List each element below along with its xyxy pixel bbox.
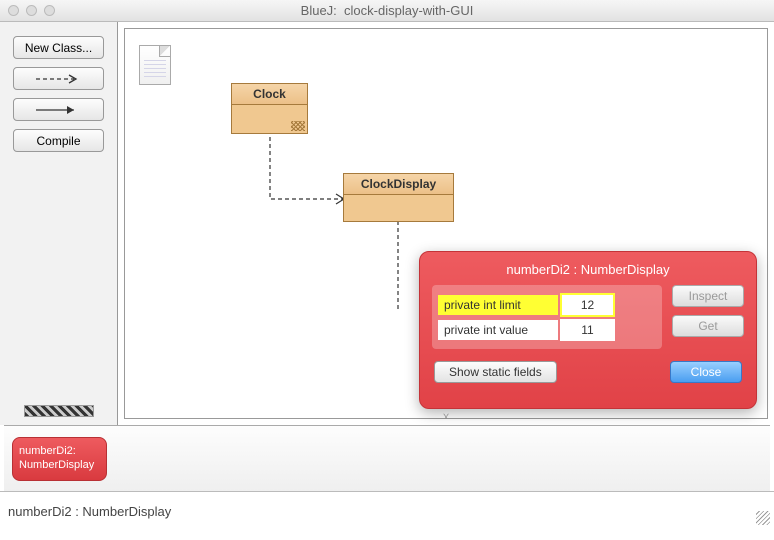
class-diagram[interactable]: Clock ClockDisplay numberDi2 : NumberDis… xyxy=(124,28,768,419)
titlebar: BlueJ: clock-display-with-GUI xyxy=(0,0,774,22)
object-chip-line2: NumberDisplay xyxy=(19,458,100,473)
inspect-button[interactable]: Inspect xyxy=(672,285,744,307)
compile-button[interactable]: Compile xyxy=(13,129,104,152)
show-static-fields-button[interactable]: Show static fields xyxy=(434,361,557,383)
field-row-value[interactable]: private int value 11 xyxy=(438,319,656,341)
window-resize-grip[interactable] xyxy=(756,511,770,525)
traffic-lights xyxy=(8,5,55,16)
zoom-window-icon[interactable] xyxy=(44,5,55,16)
minimize-window-icon[interactable] xyxy=(26,5,37,16)
inheritance-arrow-button[interactable] xyxy=(13,98,104,121)
object-inspector: numberDi2 : NumberDisplay private int li… xyxy=(419,251,757,409)
class-clockdisplay[interactable]: ClockDisplay xyxy=(343,173,454,222)
close-button[interactable]: Close xyxy=(670,361,742,383)
field-label: private int limit xyxy=(438,295,558,315)
inspector-title: numberDi2 : NumberDisplay xyxy=(420,252,756,285)
object-chip-numberdi2[interactable]: numberDi2: NumberDisplay xyxy=(12,437,107,481)
field-value: 11 xyxy=(560,319,615,341)
dependency-arrow-button[interactable] xyxy=(13,67,104,90)
inspector-fields: private int limit 12 private int value 1… xyxy=(432,285,662,349)
window-title: BlueJ: clock-display-with-GUI xyxy=(0,3,774,18)
sidebar: New Class... Compile xyxy=(0,22,118,425)
field-value: 12 xyxy=(560,293,615,317)
class-clock-label: Clock xyxy=(232,84,307,105)
field-row-limit[interactable]: private int limit 12 xyxy=(438,293,656,317)
status-bar: numberDi2 : NumberDisplay xyxy=(0,491,774,529)
class-clockdisplay-label: ClockDisplay xyxy=(344,174,453,195)
object-chip-line1: numberDi2: xyxy=(19,444,100,459)
readme-icon[interactable] xyxy=(139,45,171,85)
diagram-resize-handle[interactable]: ⋎ xyxy=(443,411,450,422)
uncompiled-icon xyxy=(291,121,305,131)
status-text: numberDi2 : NumberDisplay xyxy=(8,504,171,519)
object-bench: numberDi2: NumberDisplay xyxy=(4,425,770,491)
close-window-icon[interactable] xyxy=(8,5,19,16)
class-clock[interactable]: Clock xyxy=(231,83,308,134)
field-label: private int value xyxy=(438,320,558,340)
sidebar-divider xyxy=(24,405,94,417)
get-button[interactable]: Get xyxy=(672,315,744,337)
new-class-button[interactable]: New Class... xyxy=(13,36,104,59)
